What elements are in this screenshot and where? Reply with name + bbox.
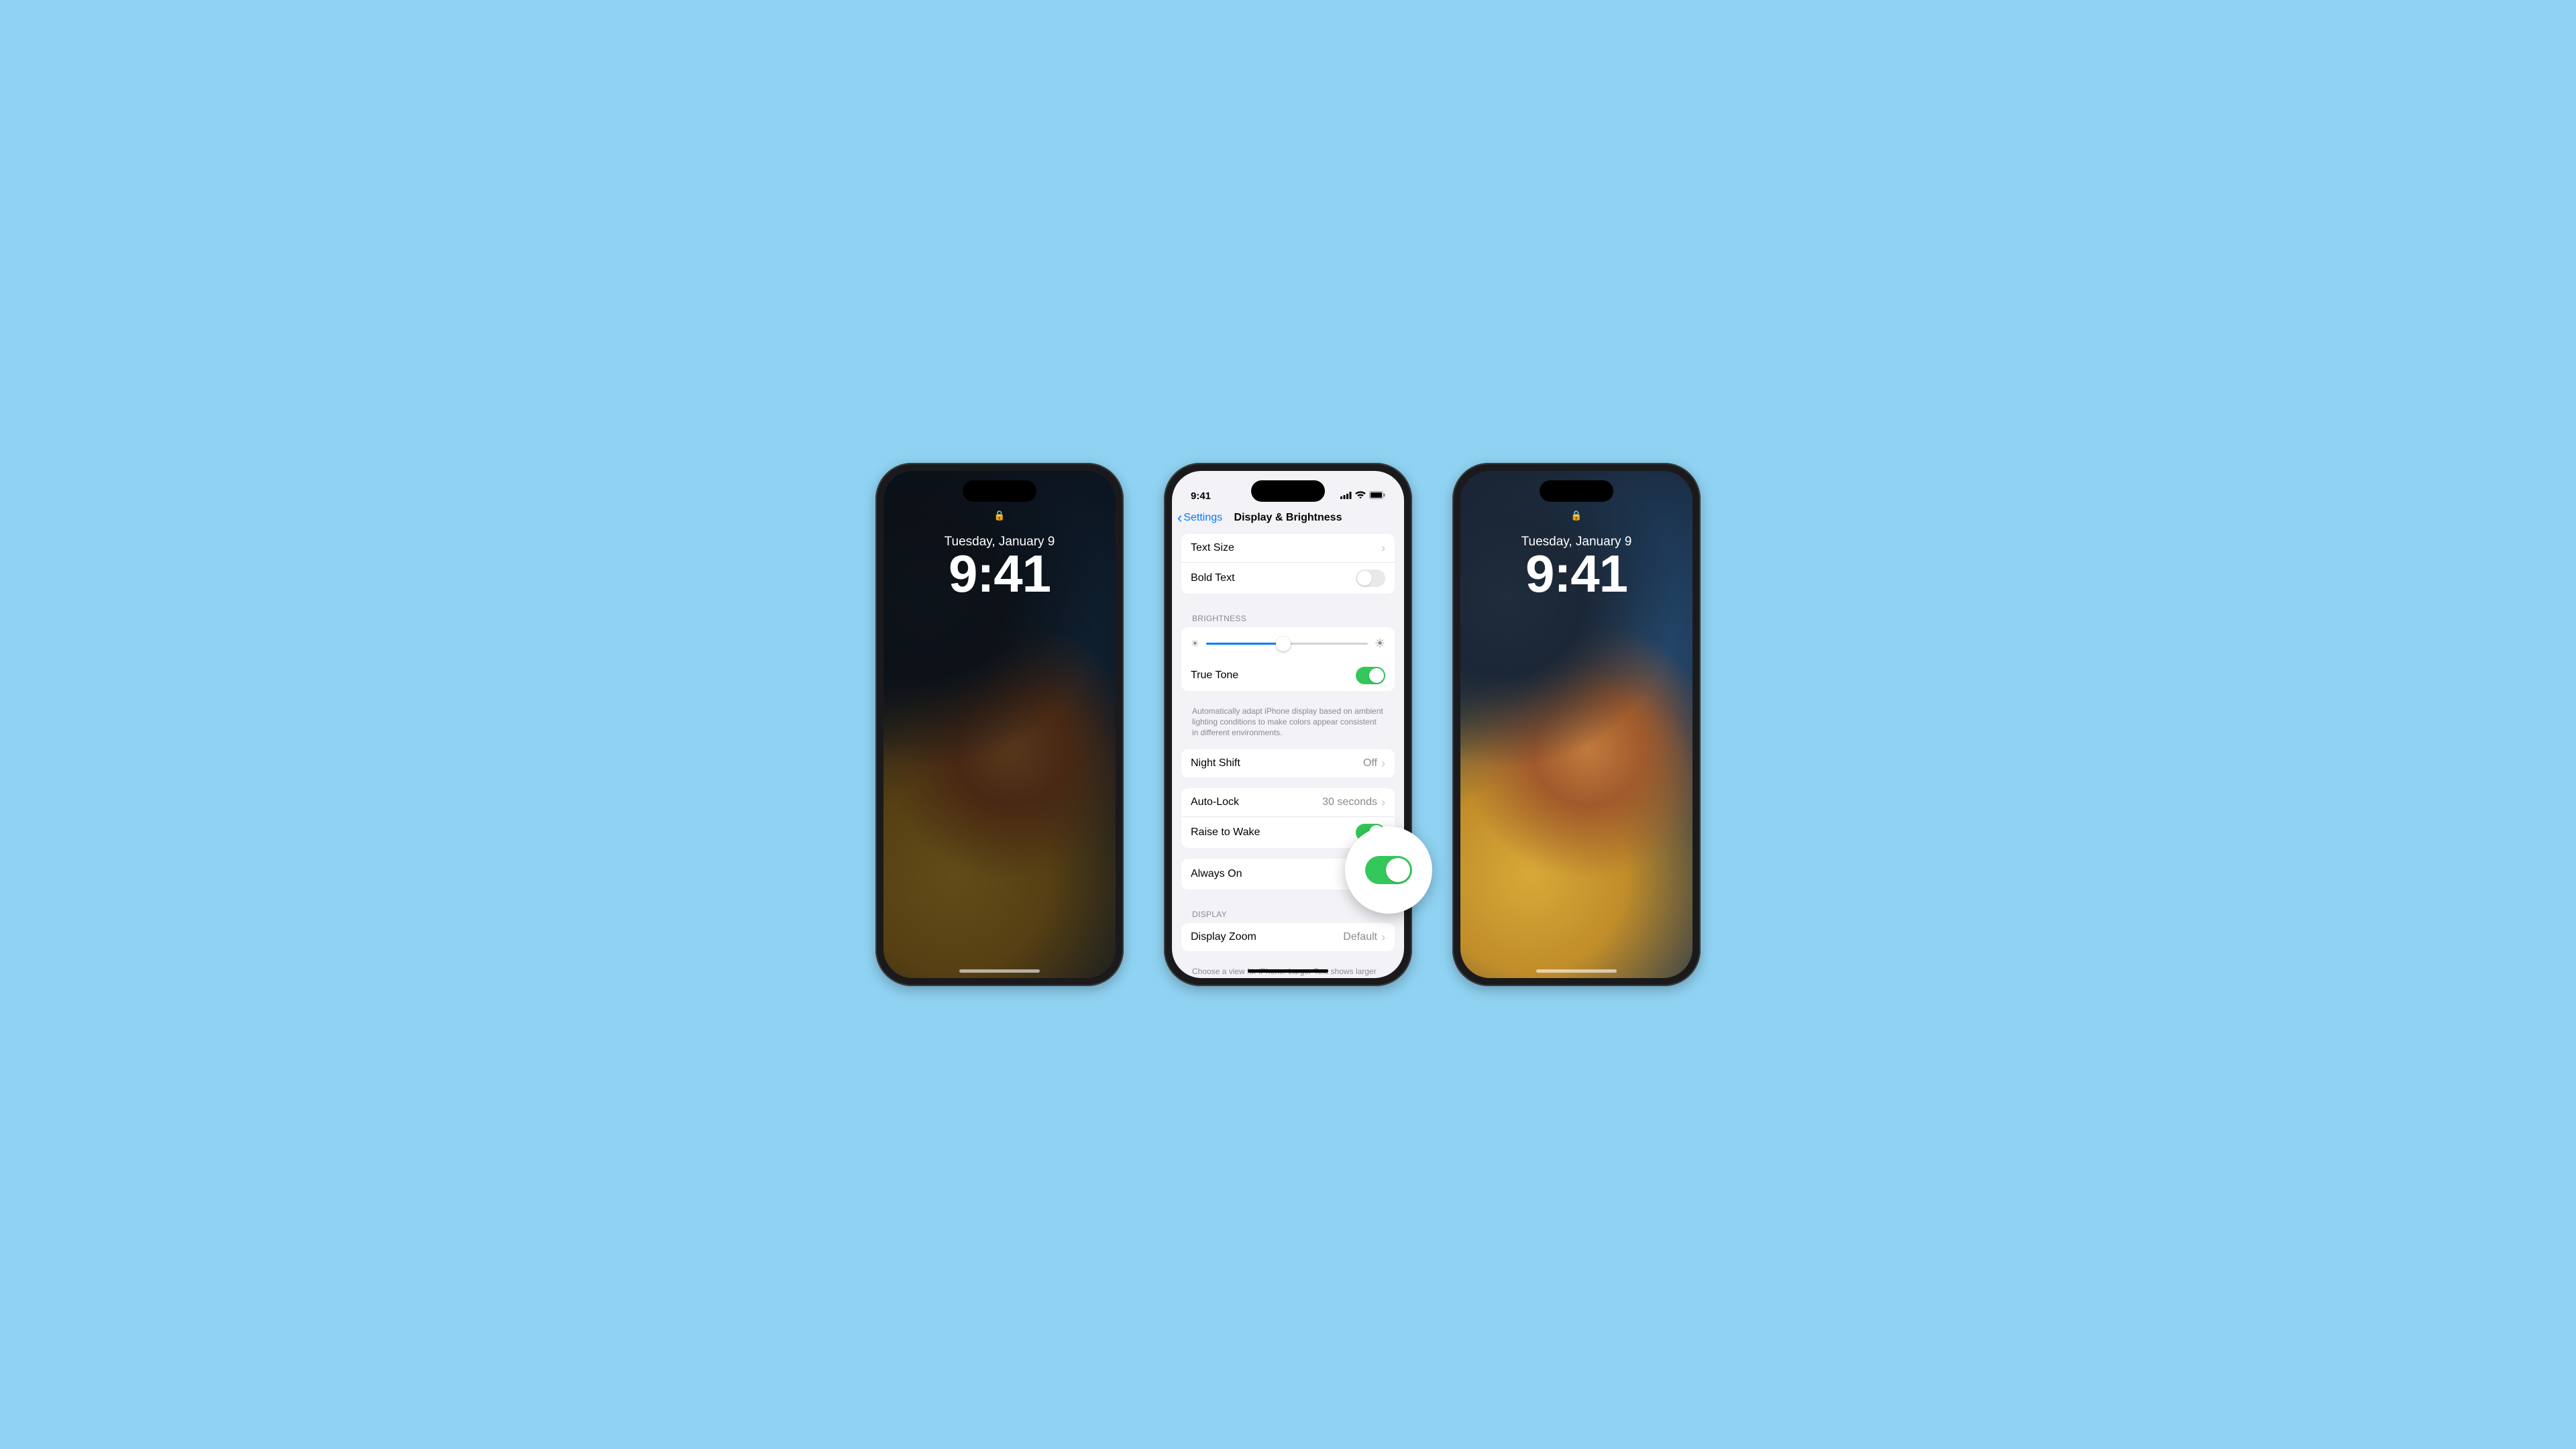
lock-time: 9:41 <box>883 543 1116 604</box>
dynamic-island <box>1540 480 1613 502</box>
wifi-icon <box>1355 490 1366 502</box>
lock-screen-dimmed: 🔒 Tuesday, January 9 9:41 <box>883 471 1116 978</box>
chevron-right-icon: › <box>1381 931 1385 943</box>
home-indicator[interactable] <box>1536 969 1617 973</box>
status-time: 9:41 <box>1191 490 1211 502</box>
chevron-right-icon: › <box>1381 757 1385 769</box>
row-label: Raise to Wake <box>1191 826 1260 839</box>
brightness-slider[interactable] <box>1206 643 1368 645</box>
back-button[interactable]: ‹ Settings <box>1177 509 1222 527</box>
sun-small-icon: ☀︎ <box>1191 638 1199 649</box>
row-label: Bold Text <box>1191 572 1235 584</box>
battery-icon <box>1369 490 1385 502</box>
row-label: Display Zoom <box>1191 931 1256 943</box>
chevron-right-icon: › <box>1381 542 1385 554</box>
true-tone-footer: Automatically adapt iPhone display based… <box>1181 702 1395 739</box>
bold-text-row: Bold Text <box>1181 562 1395 594</box>
lock-screen: 🔒 Tuesday, January 9 9:41 <box>1460 471 1693 978</box>
brightness-slider-row: ☀︎ ☀︎ <box>1181 627 1395 660</box>
back-label: Settings <box>1183 512 1222 524</box>
phone-left: 🔒 Tuesday, January 9 9:41 <box>875 463 1124 986</box>
bold-text-toggle[interactable] <box>1356 570 1385 587</box>
auto-lock-row[interactable]: Auto-Lock 30 seconds › <box>1181 788 1395 816</box>
always-on-toggle-magnified[interactable] <box>1365 856 1412 884</box>
magnifier-callout <box>1345 826 1432 914</box>
phone-center: 9:41 ‹ Settings <box>1164 463 1412 986</box>
brightness-header: BRIGHTNESS <box>1181 604 1395 627</box>
display-zoom-row[interactable]: Display Zoom Default › <box>1181 923 1395 951</box>
phone-right: 🔒 Tuesday, January 9 9:41 <box>1452 463 1701 986</box>
row-value: Off <box>1363 757 1377 769</box>
chevron-right-icon: › <box>1381 796 1385 808</box>
cellular-icon <box>1340 490 1352 502</box>
night-shift-row[interactable]: Night Shift Off › <box>1181 749 1395 777</box>
row-label: Auto-Lock <box>1191 796 1239 808</box>
row-label: True Tone <box>1191 669 1238 682</box>
home-indicator[interactable] <box>1248 969 1328 973</box>
row-label: Always On <box>1191 868 1242 880</box>
dynamic-island <box>963 480 1036 502</box>
true-tone-toggle[interactable] <box>1356 667 1385 684</box>
row-value: Default <box>1343 931 1377 943</box>
home-indicator[interactable] <box>959 969 1040 973</box>
dynamic-island <box>1251 480 1325 502</box>
chevron-left-icon: ‹ <box>1177 509 1182 527</box>
row-value: 30 seconds <box>1322 796 1377 808</box>
true-tone-row: True Tone <box>1181 660 1395 691</box>
text-size-row[interactable]: Text Size › <box>1181 534 1395 562</box>
sun-large-icon: ☀︎ <box>1375 637 1385 651</box>
row-label: Night Shift <box>1191 757 1240 769</box>
lock-time: 9:41 <box>1460 543 1693 604</box>
row-label: Text Size <box>1191 542 1234 554</box>
lock-icon: 🔒 <box>994 510 1005 521</box>
lock-icon: 🔒 <box>1570 510 1582 521</box>
nav-bar: ‹ Settings Display & Brightness <box>1172 504 1404 531</box>
